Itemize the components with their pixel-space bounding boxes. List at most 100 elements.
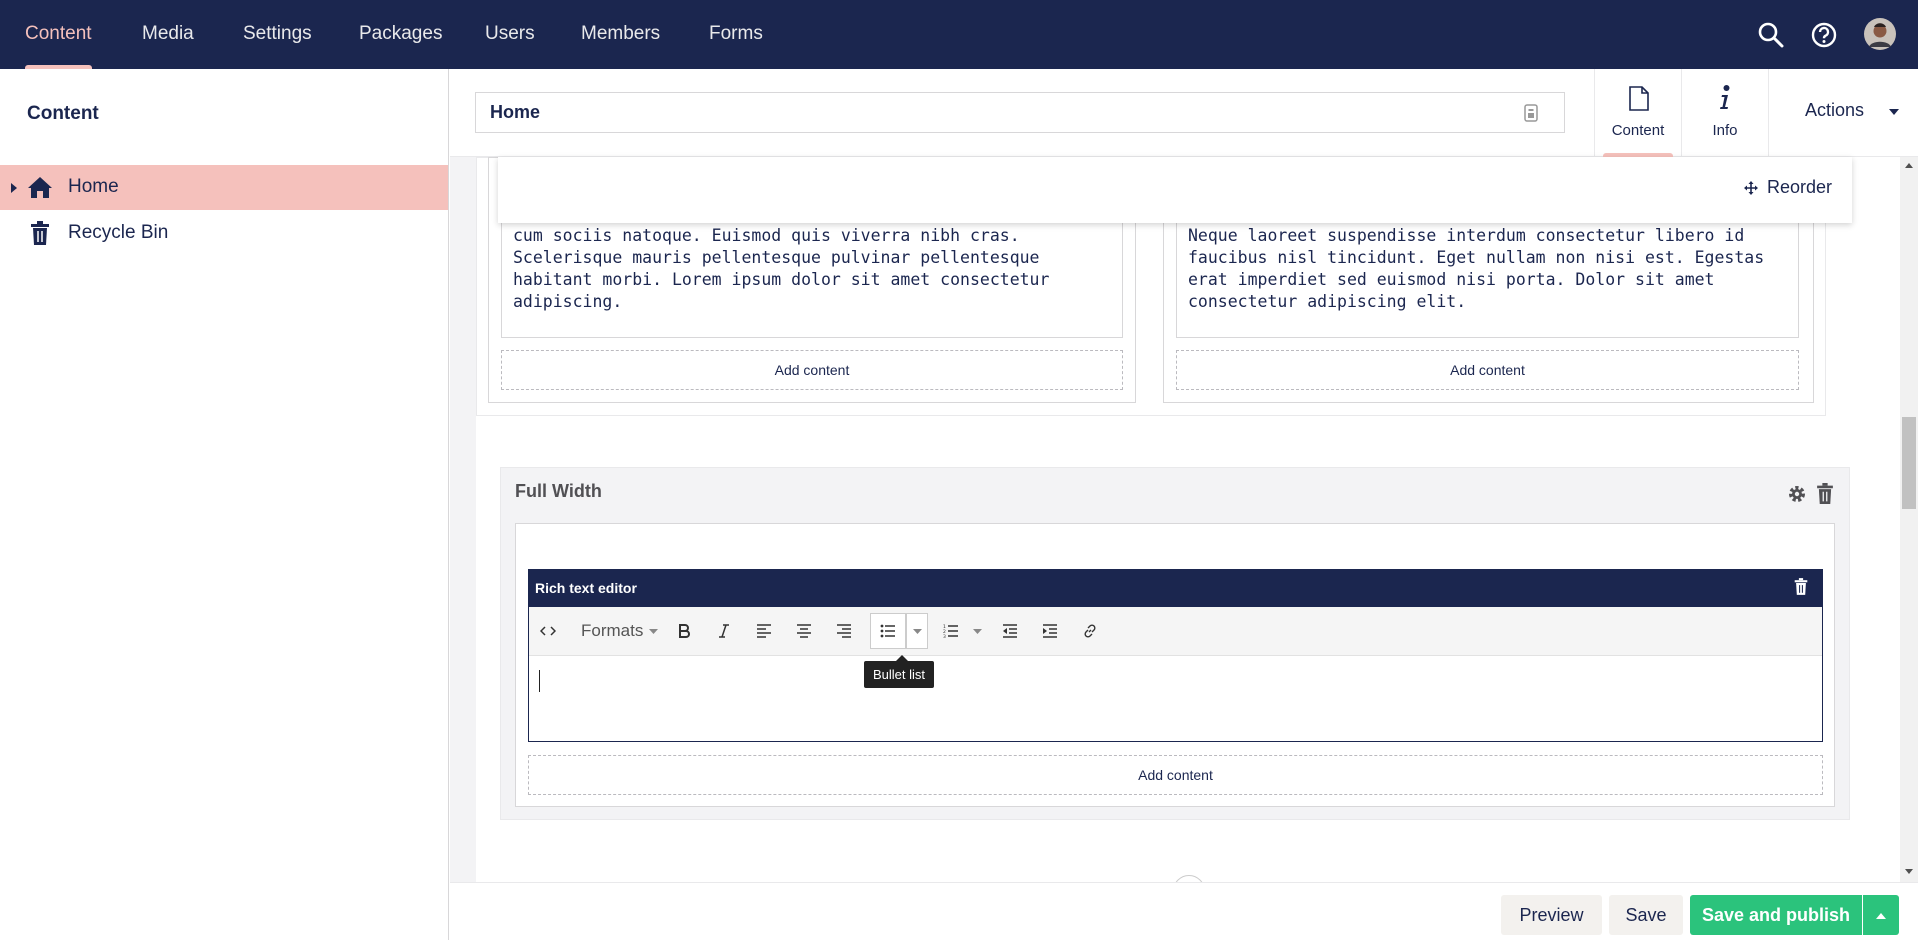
source-code-button[interactable] [529,613,567,649]
trash-icon [31,221,49,245]
rte-header: Rich text editor [529,570,1822,607]
editor-footer: Preview Save Save and publish [450,882,1918,940]
rte-toolbar: Formats 123 [529,607,1822,656]
nav-forms-label: Forms [709,23,763,44]
caret-right-icon[interactable] [10,183,18,193]
outdent-button[interactable] [991,613,1029,649]
scrollbar-thumb[interactable] [1902,417,1916,509]
rte-preview-left-text: cum sociis natoque. Euismod quis viverra… [513,226,1050,311]
formats-dropdown[interactable]: Formats [569,613,659,649]
add-content-button[interactable]: Add content [1176,350,1799,390]
rte-title: Rich text editor [535,580,637,596]
numbered-list-icon: 123 [943,624,958,638]
sidebar-title: Content [27,103,99,124]
align-center-button[interactable] [785,613,823,649]
formats-label: Formats [581,621,644,640]
nav-members[interactable]: Members [581,0,660,69]
insert-link-button[interactable] [1071,613,1109,649]
nav-media-label: Media [142,23,194,44]
rte-editable-area[interactable] [529,656,1822,741]
user-avatar[interactable] [1864,18,1896,50]
nav-settings[interactable]: Settings [243,0,312,69]
outdent-icon [1003,624,1017,638]
reorder-button[interactable]: Reorder [1743,177,1832,198]
code-icon [540,626,556,636]
nav-content-label: Content [25,23,92,44]
lock-alias-icon[interactable] [1524,104,1538,122]
nav-users[interactable]: Users [485,0,535,69]
help-icon[interactable] [1809,20,1839,50]
move-icon [1743,181,1758,195]
link-icon [1084,624,1096,638]
nav-users-label: Users [485,23,535,44]
nav-packages[interactable]: Packages [359,0,442,69]
bold-icon [679,624,690,638]
nav-members-label: Members [581,23,661,44]
nav-media[interactable]: Media [142,0,194,69]
add-row-circle[interactable] [1173,875,1205,882]
save-button[interactable]: Save [1609,895,1683,935]
reorder-bar: Reorder [498,157,1852,223]
scroll-down-icon[interactable] [1905,869,1913,874]
bullet-list-dropdown[interactable] [906,613,928,649]
publish-options-button[interactable] [1863,895,1899,935]
tree-item-label: Recycle Bin [68,222,169,243]
tab-info[interactable]: Info [1681,69,1768,157]
svg-text:3: 3 [943,634,946,638]
caret-down-icon [649,628,659,634]
search-icon[interactable] [1756,20,1786,50]
nav-content[interactable]: Content [25,0,92,69]
document-icon [1629,86,1649,111]
trash-icon[interactable] [1816,483,1834,504]
scroll-up-icon[interactable] [1905,163,1913,168]
tree-item-home[interactable]: Home [0,165,448,210]
tab-content[interactable]: Content [1594,69,1681,157]
info-icon [1720,85,1730,109]
add-content-label: Add content [774,362,850,378]
add-content-label: Add content [1450,362,1525,378]
home-icon [28,177,52,198]
italic-button[interactable] [705,613,743,649]
add-content-button[interactable]: Add content [528,755,1823,795]
bold-button[interactable] [665,613,703,649]
trash-icon[interactable] [1794,578,1808,595]
align-left-button[interactable] [745,613,783,649]
bullet-list-button[interactable] [870,613,906,649]
align-right-icon [837,624,851,638]
add-content-label: Add content [1138,767,1213,783]
align-right-button[interactable] [825,613,863,649]
vertical-scrollbar[interactable] [1900,157,1918,882]
actions-label: Actions [1805,100,1865,120]
reorder-label: Reorder [1766,177,1832,197]
chevron-down-icon [1889,109,1899,115]
editor-header: Content Info Actions [450,69,1918,157]
settings-gear-icon[interactable] [1787,484,1807,504]
align-left-icon [757,624,771,638]
tab-info-label: Info [1712,122,1738,139]
rich-text-editor: Rich text editor Formats 1 2 3 [528,569,1823,742]
save-and-publish-button[interactable]: Save and publish [1690,895,1862,935]
add-content-button[interactable]: Add content [501,350,1123,390]
bullet-list-icon [880,624,895,638]
italic-icon [719,624,729,638]
nav-forms[interactable]: Forms [709,0,763,69]
actions-dropdown[interactable]: Actions [1768,69,1918,157]
caret-down-icon [912,628,922,634]
caret-down-icon [972,628,982,634]
nav-settings-label: Settings [243,23,312,44]
align-center-icon [797,624,811,638]
bullet-list-tooltip: Bullet list [864,661,935,688]
content-tree-sidebar: Content Home Recycle Bin [0,69,449,940]
tree-item-label: Home [68,176,119,197]
tab-content-label: Content [1611,122,1665,139]
row-title: Full Width [515,481,602,501]
preview-button[interactable]: Preview [1501,895,1602,935]
indent-button[interactable] [1031,613,1069,649]
rte-preview-right-text: Neque laoreet suspendisse interdum conse… [1188,226,1765,311]
node-name-input[interactable] [475,92,1565,133]
tree-item-recycle-bin[interactable]: Recycle Bin [0,211,448,256]
nav-packages-label: Packages [359,23,443,44]
numbered-list-dropdown[interactable] [966,613,988,649]
top-navigation: Content Media Settings Packages Users Me… [0,0,1918,69]
numbered-list-button[interactable]: 123 [932,613,970,649]
